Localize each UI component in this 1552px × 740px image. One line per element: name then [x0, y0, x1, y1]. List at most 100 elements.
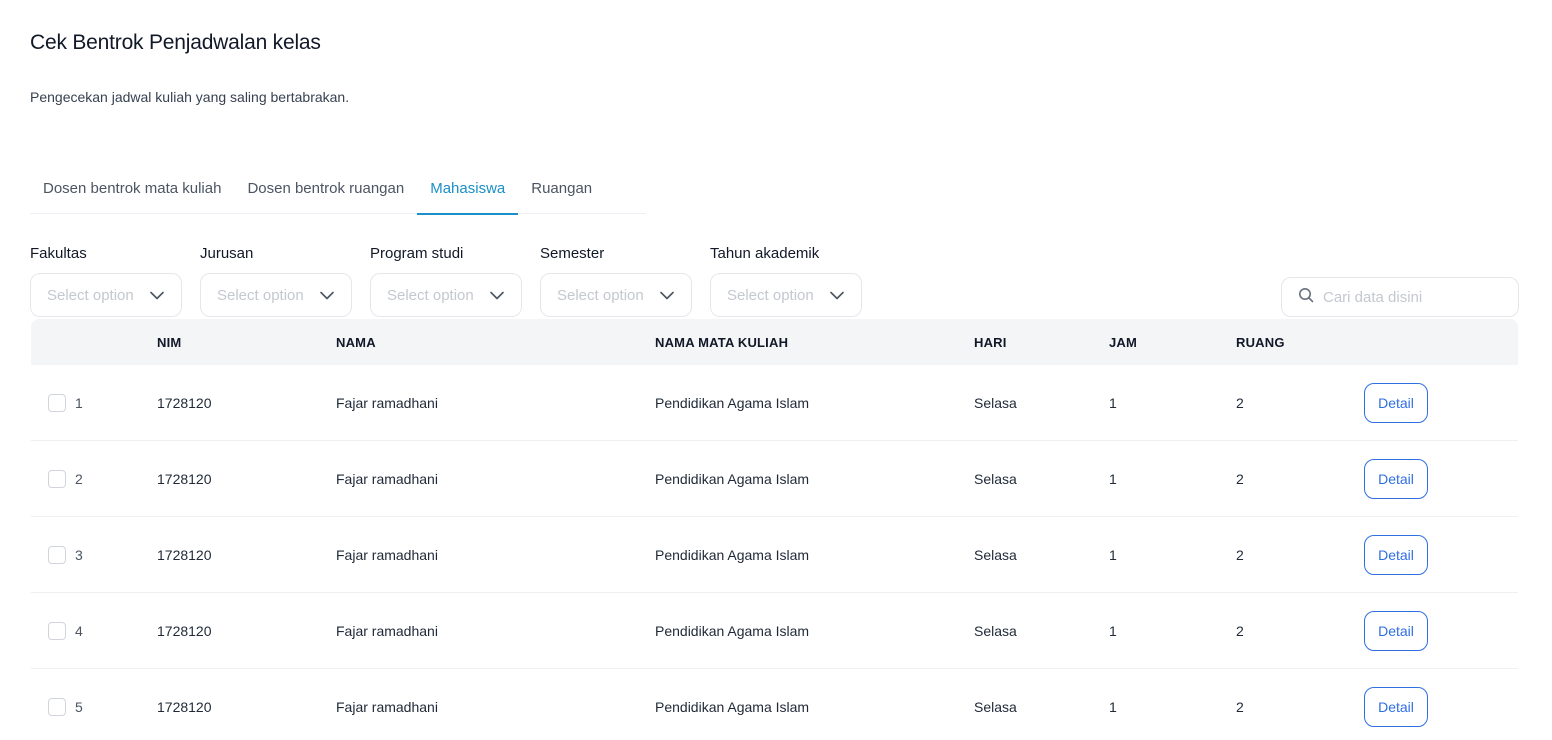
tab-dosen-bentrok-mata-kuliah[interactable]: Dosen bentrok mata kuliah [30, 168, 234, 214]
row-number-cell: 5 [31, 698, 157, 716]
nim-cell: 1728120 [157, 546, 212, 563]
filter-label: Jurusan [200, 245, 254, 262]
row-number: 1 [75, 394, 83, 411]
table-row: 5 1728120 Fajar ramadhani Pendidikan Aga… [31, 669, 1518, 740]
row-number-cell: 3 [31, 545, 157, 564]
table-row: 4 1728120 Fajar ramadhani Pendidikan Aga… [31, 593, 1518, 669]
nama-cell: Fajar ramadhani [336, 622, 438, 639]
action-cell: Detail [1364, 458, 1518, 499]
row-number: 4 [75, 622, 83, 639]
detail-button[interactable]: Detail [1364, 687, 1428, 727]
filter-bar: Fakultas Select option Jurusan Select op… [30, 244, 862, 317]
hari-cell: Selasa [974, 699, 1017, 715]
tab-dosen-bentrok-ruangan[interactable]: Dosen bentrok ruangan [234, 168, 417, 214]
nama-cell: Fajar ramadhani [336, 699, 438, 715]
nama-cell: Fajar ramadhani [336, 394, 438, 411]
detail-button[interactable]: Detail [1364, 382, 1428, 423]
filter-semester: Semester Select option [540, 244, 692, 317]
row-checkbox[interactable] [48, 469, 66, 488]
ruang-cell: 2 [1236, 622, 1244, 639]
nim-cell: 1728120 [157, 470, 212, 487]
chevron-down-icon [659, 287, 675, 303]
jam-cell: 1 [1109, 470, 1117, 487]
row-checkbox[interactable] [48, 698, 66, 716]
jam-cell: 1 [1109, 546, 1117, 563]
semester-select[interactable]: Select option [540, 273, 692, 317]
ruang-cell: 2 [1236, 546, 1244, 563]
filter-program-studi: Program studi Select option [370, 244, 522, 317]
tahun-akademik-select[interactable]: Select option [710, 273, 862, 317]
nama-cell: Fajar ramadhani [336, 546, 438, 563]
chevron-down-icon [319, 287, 335, 303]
column-header-nama: NAMA [336, 334, 376, 350]
nim-cell: 1728120 [157, 622, 212, 639]
action-cell: Detail [1364, 534, 1518, 575]
filter-label: Fakultas [30, 245, 87, 262]
hari-cell: Selasa [974, 394, 1017, 411]
row-number-cell: 2 [31, 469, 157, 488]
row-number-cell: 1 [31, 393, 157, 412]
select-placeholder: Select option [217, 286, 304, 304]
fakultas-select[interactable]: Select option [30, 273, 182, 317]
table-row: 3 1728120 Fajar ramadhani Pendidikan Aga… [31, 517, 1518, 593]
ruang-cell: 2 [1236, 394, 1244, 411]
search-input[interactable] [1323, 288, 1503, 306]
action-cell: Detail [1364, 687, 1518, 727]
hari-cell: Selasa [974, 622, 1017, 639]
detail-button[interactable]: Detail [1364, 458, 1428, 499]
column-header-jam: JAM [1109, 334, 1138, 350]
select-placeholder: Select option [47, 286, 134, 304]
ruang-cell: 2 [1236, 470, 1244, 487]
page-subtitle: Pengecekan jadwal kuliah yang saling ber… [30, 89, 350, 105]
chevron-down-icon [829, 287, 845, 303]
filter-fakultas: Fakultas Select option [30, 244, 182, 317]
table-row: 2 1728120 Fajar ramadhani Pendidikan Aga… [31, 441, 1518, 517]
mata-kuliah-cell: Pendidikan Agama Islam [655, 394, 810, 411]
detail-button[interactable]: Detail [1364, 534, 1428, 575]
filter-jurusan: Jurusan Select option [200, 244, 352, 317]
mata-kuliah-cell: Pendidikan Agama Islam [655, 546, 810, 563]
column-header-ruang: RUANG [1236, 334, 1285, 350]
hari-cell: Selasa [974, 470, 1017, 487]
program-studi-select[interactable]: Select option [370, 273, 522, 317]
table-row: 1 1728120 Fajar ramadhani Pendidikan Aga… [31, 365, 1518, 441]
column-header-mata-kuliah: NAMA MATA KULIAH [655, 334, 789, 350]
search-box [1281, 277, 1519, 317]
row-checkbox[interactable] [48, 393, 66, 412]
select-placeholder: Select option [727, 286, 814, 304]
ruang-cell: 2 [1236, 699, 1244, 715]
select-placeholder: Select option [557, 286, 644, 304]
tab-ruangan[interactable]: Ruangan [518, 168, 605, 214]
jam-cell: 1 [1109, 699, 1117, 715]
mata-kuliah-cell: Pendidikan Agama Islam [655, 622, 810, 639]
jurusan-select[interactable]: Select option [200, 273, 352, 317]
row-checkbox[interactable] [48, 621, 66, 640]
select-placeholder: Select option [387, 286, 474, 304]
chevron-down-icon [489, 287, 505, 303]
filter-label: Tahun akademik [710, 245, 820, 262]
chevron-down-icon [149, 287, 165, 303]
nama-cell: Fajar ramadhani [336, 470, 438, 487]
nim-cell: 1728120 [157, 394, 212, 411]
row-number: 3 [75, 546, 83, 563]
mata-kuliah-cell: Pendidikan Agama Islam [655, 470, 810, 487]
tab-mahasiswa[interactable]: Mahasiswa [417, 168, 519, 215]
hari-cell: Selasa [974, 546, 1017, 563]
filter-tahun-akademik: Tahun akademik Select option [710, 244, 862, 317]
column-header-nim: NIM [157, 334, 182, 350]
search-icon [1298, 287, 1314, 308]
detail-button[interactable]: Detail [1364, 610, 1428, 651]
jam-cell: 1 [1109, 394, 1117, 411]
data-table: NIM NAMA NAMA MATA KULIAH HARI JAM RUANG… [31, 319, 1518, 740]
table-header: NIM NAMA NAMA MATA KULIAH HARI JAM RUANG [31, 319, 1518, 365]
filter-label: Semester [540, 245, 605, 262]
row-number: 5 [75, 699, 83, 715]
nim-cell: 1728120 [157, 699, 212, 715]
action-cell: Detail [1364, 382, 1518, 423]
column-header-hari: HARI [974, 334, 1007, 350]
filter-label: Program studi [370, 245, 464, 262]
row-checkbox[interactable] [48, 545, 66, 564]
tab-bar: Dosen bentrok mata kuliah Dosen bentrok … [30, 168, 646, 215]
mata-kuliah-cell: Pendidikan Agama Islam [655, 699, 810, 715]
row-number-cell: 4 [31, 621, 157, 640]
